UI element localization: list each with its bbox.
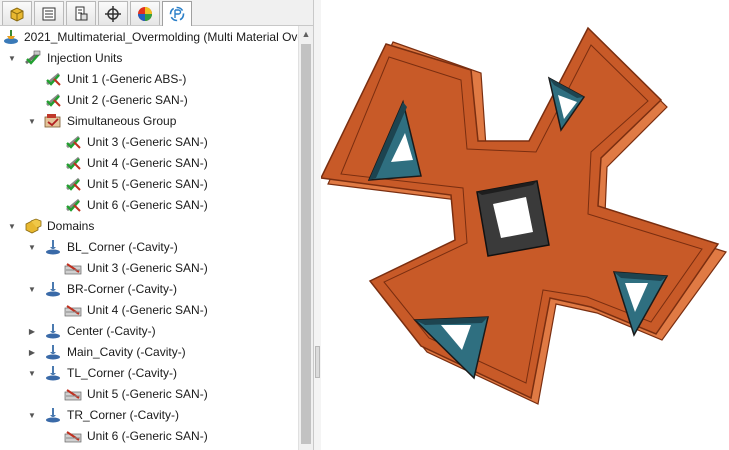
tree-item[interactable]: Unit 2 (-Generic SAN-): [0, 90, 298, 110]
tree-item-label: Unit 5 (-Generic SAN-): [87, 387, 208, 401]
tree-item-label: TL_Corner (-Cavity-): [67, 366, 178, 380]
tree-item[interactable]: ▼ BL_Corner (-Cavity-): [0, 237, 298, 257]
collapse-arrow-icon[interactable]: ▼: [26, 282, 38, 296]
injection-link-icon: [64, 302, 82, 318]
tree-item-label: Simultaneous Group: [67, 114, 177, 128]
tree-item-label: Unit 3 (-Generic SAN-): [87, 261, 208, 275]
tree-item-label: Unit 5 (-Generic SAN-): [87, 177, 208, 191]
tree-item[interactable]: Unit 6 (-Generic SAN-): [0, 426, 298, 446]
tree-item[interactable]: Unit 5 (-Generic SAN-): [0, 174, 298, 194]
injection-unit-icon: [64, 134, 82, 150]
tree-item[interactable]: ▼ Injection Units: [0, 48, 298, 68]
injection-units-icon: [24, 50, 42, 66]
tree-item-label: TR_Corner (-Cavity-): [67, 408, 180, 422]
tree-item-label: Center (-Cavity-): [67, 324, 156, 338]
injection-unit-icon: [64, 197, 82, 213]
plastics-feature-tree: 2021_Multimaterial_Overmolding (Multi Ma…: [0, 26, 298, 450]
tree-item[interactable]: ▶ Center (-Cavity-): [0, 321, 298, 341]
cavity-icon: [44, 407, 62, 423]
plastics-manager-icon: [169, 6, 185, 22]
cavity-icon: [44, 281, 62, 297]
scroll-thumb[interactable]: [301, 44, 311, 444]
tree-item[interactable]: Unit 4 (-Generic SAN-): [0, 153, 298, 173]
tree-item-label: Unit 4 (-Generic SAN-): [87, 303, 208, 317]
tree-item[interactable]: ▼ BR-Corner (-Cavity-): [0, 279, 298, 299]
tree-item-label: Unit 2 (-Generic SAN-): [67, 93, 188, 107]
tree-item-label: BR-Corner (-Cavity-): [67, 282, 178, 296]
injection-link-icon: [64, 260, 82, 276]
tab-configuration-manager[interactable]: [66, 1, 96, 25]
tree-item-label: Unit 3 (-Generic SAN-): [87, 135, 208, 149]
injection-unit-icon: [64, 155, 82, 171]
cavity-icon: [44, 344, 62, 360]
cavity-icon: [44, 365, 62, 381]
dimxpert-icon: [105, 5, 121, 22]
injection-link-icon: [64, 386, 82, 402]
collapse-arrow-icon[interactable]: ▼: [26, 408, 38, 422]
center-insert: [476, 180, 550, 257]
tree-item[interactable]: Unit 3 (-Generic SAN-): [0, 132, 298, 152]
property-manager-icon: [42, 7, 56, 20]
tree-item-label: Unit 6 (-Generic SAN-): [87, 198, 208, 212]
tree-item-label: Unit 6 (-Generic SAN-): [87, 429, 208, 443]
tree-item[interactable]: Unit 4 (-Generic SAN-): [0, 300, 298, 320]
splitter-handle[interactable]: [315, 346, 320, 378]
tab-dimxpert[interactable]: [98, 1, 128, 25]
expand-arrow-icon[interactable]: ▶: [26, 345, 38, 359]
injection-unit-icon: [64, 176, 82, 192]
injection-unit-icon: [44, 92, 62, 108]
tab-display-manager[interactable]: [130, 1, 160, 25]
manager-tab-bar: [0, 0, 313, 26]
tree-item[interactable]: ▼ Simultaneous Group: [0, 111, 298, 131]
tree-item-label: Domains: [47, 219, 95, 233]
cavity-icon: [44, 239, 62, 255]
part-icon: [10, 6, 24, 22]
tree-item[interactable]: 2021_Multimaterial_Overmolding (Multi Ma…: [0, 27, 298, 47]
tree-item-label: Injection Units: [47, 51, 123, 65]
simultaneous-group-icon: [44, 113, 62, 129]
tree-item-label: 2021_Multimaterial_Overmolding (Multi Ma…: [24, 30, 298, 44]
tree-item-label: BL_Corner (-Cavity-): [67, 240, 178, 254]
configuration-manager-icon: [75, 6, 88, 20]
cavity-icon: [44, 323, 62, 339]
collapse-arrow-icon[interactable]: ▼: [6, 51, 18, 65]
tree-item[interactable]: ▼ TR_Corner (-Cavity-): [0, 405, 298, 425]
tree-scrollbar[interactable]: ▲: [298, 26, 313, 450]
pane-splitter[interactable]: [313, 0, 321, 450]
collapse-arrow-icon[interactable]: ▼: [6, 219, 18, 233]
tree-item-label: Unit 4 (-Generic SAN-): [87, 156, 208, 170]
tab-part[interactable]: [2, 1, 32, 25]
model-view[interactable]: [321, 0, 729, 450]
injection-link-icon: [64, 428, 82, 444]
collapse-arrow-icon[interactable]: ▼: [26, 366, 38, 380]
tree-item[interactable]: Unit 5 (-Generic SAN-): [0, 384, 298, 404]
study-icon: [2, 29, 20, 45]
display-manager-icon: [138, 6, 152, 21]
injection-unit-icon: [44, 71, 62, 87]
expand-arrow-icon[interactable]: ▶: [26, 324, 38, 338]
graphics-viewport[interactable]: [321, 0, 729, 450]
tree-item[interactable]: Unit 3 (-Generic SAN-): [0, 258, 298, 278]
tab-plastics-manager[interactable]: [162, 1, 192, 26]
tree-item[interactable]: ▼ TL_Corner (-Cavity-): [0, 363, 298, 383]
tree-item-label: Main_Cavity (-Cavity-): [67, 345, 186, 359]
domains-icon: [24, 218, 42, 234]
tree-item[interactable]: ▶ Main_Cavity (-Cavity-): [0, 342, 298, 362]
tree-item[interactable]: ▼ Domains: [0, 216, 298, 236]
tree-item-label: Unit 1 (-Generic ABS-): [67, 72, 187, 86]
tab-property-manager[interactable]: [34, 1, 64, 25]
tree-item[interactable]: Unit 6 (-Generic SAN-): [0, 195, 298, 215]
collapse-arrow-icon[interactable]: ▼: [26, 240, 38, 254]
collapse-arrow-icon[interactable]: ▼: [26, 114, 38, 128]
scroll-up-button[interactable]: ▲: [299, 26, 313, 42]
tree-item[interactable]: Unit 1 (-Generic ABS-): [0, 69, 298, 89]
